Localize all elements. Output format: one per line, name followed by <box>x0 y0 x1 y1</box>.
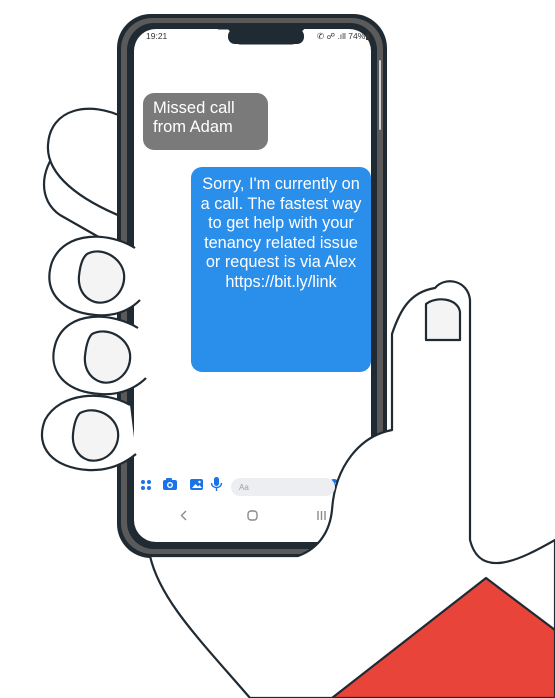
status-indicators: ✆ ☍ .ıll 74%▮ <box>316 31 370 41</box>
status-bar: 19:21 ✆ ☍ .ıll 74%▮ <box>146 31 370 43</box>
message-composer[interactable] <box>231 478 335 496</box>
status-time: 19:21 <box>146 31 168 41</box>
nav-back-button[interactable] <box>170 504 198 526</box>
message-bubble-incoming: Missed call from Adam <box>143 93 268 150</box>
message-input[interactable] <box>231 478 335 496</box>
message-bubble-outgoing: Sorry, I'm currently on a call. The fast… <box>191 167 371 372</box>
nav-recents-button[interactable] <box>307 504 335 526</box>
nav-home-button[interactable] <box>238 504 266 526</box>
hand-finger-top <box>48 235 141 317</box>
hand-finger-bottom <box>40 394 137 472</box>
gallery-icon[interactable] <box>190 479 203 490</box>
hand-finger-middle <box>52 315 147 396</box>
